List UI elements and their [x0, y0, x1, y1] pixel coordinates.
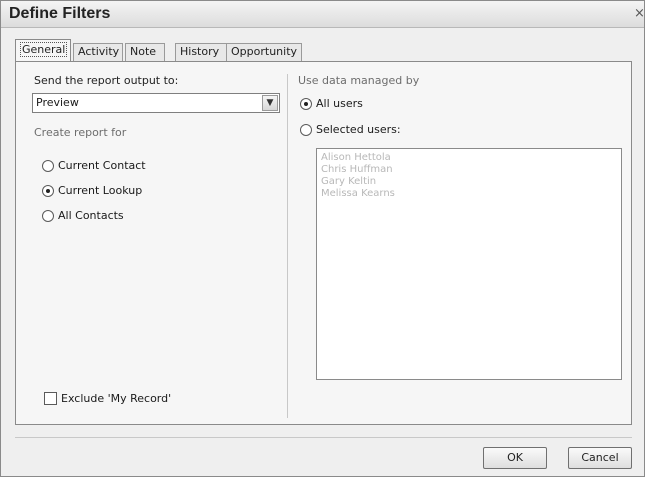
tab-activity[interactable]: Activity	[73, 43, 123, 61]
radio-label: All Contacts	[58, 209, 124, 222]
radio-circle-selected-icon	[300, 97, 312, 110]
list-item[interactable]: Chris Huffman	[321, 164, 393, 175]
footer-divider	[15, 437, 632, 438]
general-tab-panel: Send the report output to: Preview ▼ Cre…	[15, 61, 632, 425]
radio-all-users[interactable]: All users	[300, 97, 363, 110]
tab-note[interactable]: Note	[125, 43, 165, 61]
radio-label: Current Lookup	[58, 184, 143, 197]
radio-circle-selected-icon	[42, 184, 54, 197]
radio-circle-icon	[300, 123, 312, 136]
radio-current-contact[interactable]: Current Contact	[42, 159, 146, 172]
list-item[interactable]: Melissa Kearns	[321, 188, 395, 199]
output-label: Send the report output to:	[34, 74, 179, 87]
radio-circle-icon	[42, 159, 54, 172]
checkbox-label: Exclude 'My Record'	[61, 392, 172, 405]
selected-users-list[interactable]: Alison Hettola Chris Huffman Gary Keltin…	[316, 148, 622, 380]
tab-label: General	[20, 42, 68, 57]
radio-current-lookup[interactable]: Current Lookup	[42, 184, 142, 197]
column-divider	[287, 74, 288, 418]
radio-label: Selected users:	[316, 123, 401, 136]
use-data-managed-by-label: Use data managed by	[298, 74, 420, 87]
radio-circle-icon	[42, 209, 54, 222]
output-select-value: Preview	[36, 96, 79, 109]
exclude-my-record-checkbox[interactable]: Exclude 'My Record'	[44, 392, 171, 405]
create-report-for-label: Create report for	[34, 126, 127, 139]
ok-button[interactable]: OK	[483, 447, 547, 469]
radio-label: Current Contact	[58, 159, 146, 172]
list-item[interactable]: Alison Hettola	[321, 152, 391, 163]
tab-general[interactable]: General	[15, 39, 71, 61]
radio-label: All users	[316, 97, 363, 110]
chevron-down-icon[interactable]: ▼	[262, 95, 278, 111]
list-item[interactable]: Gary Keltin	[321, 176, 376, 187]
checkbox-icon	[44, 392, 57, 405]
window-title: Define Filters	[9, 5, 111, 22]
output-select[interactable]: Preview ▼	[32, 93, 280, 113]
radio-selected-users[interactable]: Selected users:	[300, 123, 401, 136]
tab-history[interactable]: History	[175, 43, 227, 61]
tab-opportunity[interactable]: Opportunity	[226, 43, 302, 61]
title-bar: Define Filters ×	[1, 1, 644, 28]
cancel-button[interactable]: Cancel	[568, 447, 632, 469]
radio-all-contacts[interactable]: All Contacts	[42, 209, 124, 222]
define-filters-dialog: Define Filters × General Activity Note H…	[0, 0, 645, 477]
close-icon[interactable]: ×	[634, 7, 644, 21]
